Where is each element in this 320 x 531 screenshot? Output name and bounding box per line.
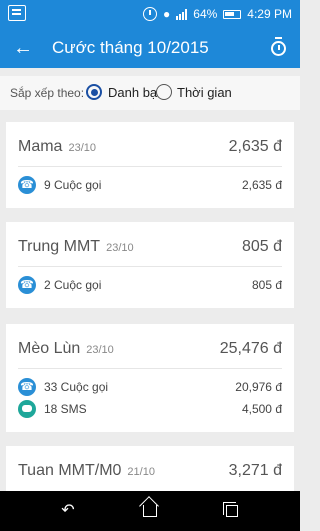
status-icons: ● 64% 4:29 PM [143, 0, 292, 28]
usage-line: 2 Cuộc gọi 805 đ [18, 275, 282, 295]
contact-card[interactable]: Trung MMT 23/10 805 đ 2 Cuộc gọi 805 đ [6, 222, 294, 308]
contact-total: 25,476 đ [219, 340, 282, 357]
nav-recent-apps-icon[interactable] [220, 499, 244, 523]
contact-card[interactable]: Mèo Lùn 23/10 25,476 đ 33 Cuộc gọi 20,976… [6, 324, 294, 432]
contact-name-row: Mama 23/10 [18, 138, 96, 156]
usage-label: 2 Cuộc gọi [44, 278, 102, 292]
signal-icon [176, 8, 188, 20]
contact-total: 3,271 đ [228, 462, 282, 479]
usage-amount: 2,635 đ [241, 178, 282, 192]
nav-home-icon[interactable] [138, 499, 162, 523]
usage-label: 33 Cuộc gọi [44, 380, 109, 394]
contact-name-row: Mèo Lùn 23/10 [18, 340, 114, 358]
app-bar: ← Cước tháng 10/2015 [0, 28, 300, 68]
contact-name: Trung MMT [18, 238, 101, 255]
sort-label: Sắp xếp theo: [10, 86, 85, 100]
clock: 4:29 PM [247, 7, 292, 21]
contact-date: 21/10 [127, 466, 155, 478]
contact-total: 805 đ [241, 238, 282, 255]
nav-back-icon[interactable]: ↶ [56, 499, 80, 523]
back-arrow-icon[interactable]: ← [12, 38, 34, 58]
radio-time-label[interactable]: Thời gian [177, 85, 232, 100]
sms-icon [18, 400, 36, 418]
radio-contacts-label[interactable]: Danh bạ [108, 85, 157, 100]
phone-icon [18, 276, 36, 294]
usage-line: 33 Cuộc gọi 20,976 đ [18, 377, 282, 397]
contact-name: Tuan MMT/M0 [18, 462, 122, 479]
battery-percent: 64% [193, 7, 218, 21]
stopwatch-icon[interactable] [270, 37, 288, 57]
divider [18, 368, 282, 369]
contact-total: 2,635 đ [228, 138, 282, 155]
contact-name: Mama [18, 138, 63, 155]
radio-time[interactable] [156, 84, 172, 100]
contact-date: 23/10 [86, 344, 114, 356]
page-title: Cước tháng 10/2015 [52, 38, 209, 57]
radio-contacts[interactable] [86, 84, 102, 100]
battery-icon [223, 9, 242, 19]
usage-line: 9 Cuộc gọi 2,635 đ [18, 175, 282, 195]
contact-date: 23/10 [68, 142, 96, 154]
screen: ● 64% 4:29 PM ← Cước tháng 10/2015 Sắp x… [0, 0, 300, 531]
divider [18, 266, 282, 267]
phone-icon [18, 378, 36, 396]
usage-line: 18 SMS 4,500 đ [18, 399, 282, 419]
alarm-icon [143, 7, 158, 21]
divider [18, 166, 282, 167]
usage-amount: 4,500 đ [241, 402, 282, 416]
wifi-icon: ● [163, 7, 171, 21]
contact-name-row: Trung MMT 23/10 [18, 238, 134, 256]
contact-name-row: Tuan MMT/M0 21/10 [18, 462, 155, 480]
system-nav-bar: ↶ [0, 491, 300, 531]
status-bar: ● 64% 4:29 PM [0, 0, 300, 28]
usage-label: 18 SMS [44, 402, 87, 416]
usage-label: 9 Cuộc gọi [44, 178, 102, 192]
contact-date: 23/10 [106, 242, 134, 254]
usage-amount: 20,976 đ [235, 380, 282, 394]
phone-icon [18, 176, 36, 194]
sort-bar: Sắp xếp theo: Danh bạ Thời gian [0, 76, 300, 110]
usage-amount: 805 đ [251, 278, 282, 292]
contact-name: Mèo Lùn [18, 340, 81, 357]
contact-card[interactable]: Mama 23/10 2,635 đ 9 Cuộc gọi 2,635 đ [6, 122, 294, 208]
notification-icon [8, 5, 26, 21]
